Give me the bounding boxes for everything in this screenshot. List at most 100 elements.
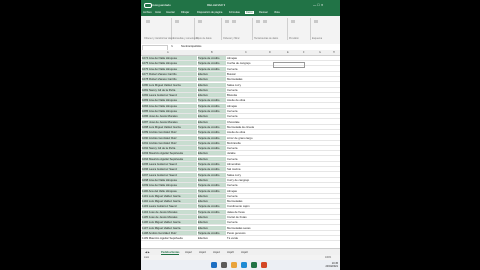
start-icon[interactable]	[211, 262, 217, 268]
table-cell[interactable]: Mozzarella	[227, 141, 265, 145]
table-cell[interactable]: Aceite de oliva	[227, 98, 265, 102]
col-header[interactable]: B	[211, 51, 213, 54]
table-cell[interactable]: Sal marina	[227, 167, 265, 171]
ribbon-group-tipos[interactable]: Tipos de datos	[195, 18, 222, 40]
table-cell[interactable]: Efectivo	[198, 71, 226, 76]
table-cell[interactable]: 1077 Robert Zaraco Carrillo	[142, 71, 197, 76]
table-cell[interactable]: Tarjeta de crédito	[198, 188, 226, 193]
table-cell[interactable]: Tarjeta de crédito	[198, 61, 226, 66]
table-cell[interactable]: Aceite de oliva	[227, 130, 265, 134]
table-cell[interactable]: Tarjeta de crédito	[198, 103, 226, 108]
edge-icon[interactable]	[241, 262, 247, 268]
table-cell[interactable]: 1109 Mauricio Aguilar Sepúlveda	[142, 236, 197, 240]
table-cell[interactable]: 1074 Ana del Valle Hinojosa	[142, 56, 197, 60]
file-explorer-icon[interactable]	[231, 262, 237, 268]
table-cell[interactable]: Tarjeta de crédito	[198, 167, 226, 172]
table-cell[interactable]: 1082 Laura Gutiérrez Saenz	[142, 93, 197, 98]
table-cell[interactable]: Tarjeta de crédito	[198, 56, 226, 60]
ribbon-group-consultas[interactable]: Consultas y conexiones	[172, 18, 198, 40]
table-cell[interactable]: Tarjeta de crédito	[198, 140, 226, 145]
table-row[interactable]: 1109 Mauricio Aguilar Sepúlveda Efectivo T…	[141, 236, 340, 242]
sheet-tab[interactable]: Hoja2	[185, 251, 192, 254]
table-cell[interactable]: Buscal	[227, 72, 265, 76]
col-header[interactable]: A	[167, 51, 169, 54]
table-cell[interactable]: Jarabe	[227, 151, 265, 155]
table-cell[interactable]: Tarjeta de crédito	[198, 98, 226, 103]
table-cell[interactable]: Cerveza	[227, 109, 265, 113]
autosave-toggle[interactable]	[144, 3, 152, 8]
table-cell[interactable]: 1086 José de Jesús Morales	[142, 114, 197, 119]
table-cell[interactable]: 1095 Laura Gutiérrez Saenz	[142, 162, 197, 166]
table-cell[interactable]: 1089 Andrés González Ruiz	[142, 130, 197, 135]
table-cell[interactable]: 1101 Luis Miguel Valdez Garza	[142, 193, 197, 198]
table-cell[interactable]: 1099 Ana del Valle Hinojosa	[142, 183, 197, 188]
table-cell[interactable]: Efectivo	[198, 220, 226, 225]
table-cell[interactable]: Efectivo	[198, 193, 226, 198]
table-cell[interactable]: Jalea de fresa	[227, 210, 265, 214]
table-cell[interactable]: Almejas	[227, 104, 265, 108]
table-cell[interactable]: Efectivo	[198, 82, 226, 87]
clock[interactable]: 10:45 20/04/2021	[325, 262, 338, 268]
col-header[interactable]: H	[333, 51, 335, 54]
tab-formulas[interactable]: Fórmulas	[229, 11, 240, 14]
col-header[interactable]: D	[269, 51, 271, 54]
powerpoint-icon[interactable]	[261, 262, 267, 268]
table-cell[interactable]: Almendras	[227, 162, 265, 166]
table-cell[interactable]: Salsa curry	[227, 83, 265, 87]
table-cell[interactable]: Efectivo	[198, 114, 226, 119]
table-cell[interactable]: Biscotta	[227, 93, 265, 97]
table-cell[interactable]: 1084 Ana del Valle Hinojosa	[142, 103, 197, 108]
table-cell[interactable]: 1102 Luis Miguel Valdez Garza	[142, 199, 197, 204]
sheet-tab[interactable]: Hoja5	[227, 251, 234, 254]
tab-vista[interactable]: Vista	[274, 11, 280, 14]
table-cell[interactable]: 1088 Luis Miguel Valdez Garza	[142, 124, 197, 129]
table-cell[interactable]: 1104 José de Jesús Morales	[142, 209, 197, 214]
tab-archivo[interactable]: Archivo	[143, 11, 152, 14]
table-cell[interactable]: Tarjeta de crédito	[198, 204, 226, 209]
table-cell[interactable]: Almejas	[227, 56, 265, 60]
table-cell[interactable]: 1093 Mauricio Aguilar Sepúlveda	[142, 151, 197, 156]
fx-icon[interactable]: fx	[171, 45, 173, 48]
table-cell[interactable]: Cerveza	[227, 114, 265, 118]
table-cell[interactable]: 1083 Ana del Valle Hinojosa	[142, 98, 197, 103]
table-cell[interactable]: Efectivo	[198, 77, 226, 82]
tab-insertar[interactable]: Insertar	[166, 11, 175, 14]
table-cell[interactable]: Efectivo	[198, 93, 226, 98]
table-cell[interactable]: 1085 Ana del Valle Hinojosa	[142, 109, 197, 113]
sheet-nav-icon[interactable]: ◀ ▶	[145, 251, 150, 254]
table-cell[interactable]: 1108 Andrés González Ruiz	[142, 230, 197, 235]
tab-revisar[interactable]: Revisar	[259, 11, 268, 14]
table-cell[interactable]: Mermelada de ciruela	[227, 125, 265, 129]
table-cell[interactable]: Efectivo	[198, 87, 226, 92]
table-cell[interactable]: 1075 Ana del Valle Hinojosa	[142, 61, 197, 66]
table-cell[interactable]: 1107 Luis Miguel Valdez Garza	[142, 225, 197, 230]
col-header[interactable]: C	[245, 51, 247, 54]
table-cell[interactable]: 1078 Robert Zaraco Carrillo	[142, 77, 197, 82]
table-cell[interactable]: 1105 José de Jesús Morales	[142, 215, 197, 219]
table-cell[interactable]: 1092 Nancy Gil de la Peña	[142, 146, 197, 151]
table-cell[interactable]: Efectivo	[198, 225, 226, 230]
table-cell[interactable]: Pesto genovés	[227, 231, 265, 235]
table-cell[interactable]: Cerveza	[227, 67, 265, 71]
table-cell[interactable]: Tarjeta de crédito	[198, 162, 226, 166]
table-cell[interactable]: 1098 Ana del Valle Hinojosa	[142, 177, 197, 182]
ribbon-group-herramientas[interactable]: Herramientas de datos	[253, 18, 288, 40]
ribbon-group-obtener[interactable]: Obtener y transformar datos	[143, 18, 174, 40]
sheet-grid[interactable]: 1074 Ana del Valle Hinojosa Tarjeta de cr…	[141, 56, 340, 246]
table-cell[interactable]: Cerveza	[227, 146, 265, 150]
ribbon-group-esquema[interactable]: Esquema	[311, 18, 337, 40]
table-cell[interactable]: Tarjeta de crédito	[198, 124, 226, 129]
table-cell[interactable]: 1076 Ana del Valle Hinojosa	[142, 66, 197, 71]
table-cell[interactable]: 1087 José de Jesús Morales	[142, 119, 197, 124]
table-cell[interactable]: Almejas	[227, 189, 265, 193]
col-header[interactable]: E	[287, 51, 289, 54]
table-cell[interactable]: Efectivo	[198, 177, 226, 182]
sheet-tab[interactable]: Hoja4	[213, 251, 220, 254]
table-cell[interactable]: Cerveza	[227, 220, 265, 224]
sheet-tab[interactable]: Hoja3	[199, 251, 206, 254]
table-cell[interactable]: 1096 Laura Gutiérrez Saenz	[142, 167, 197, 172]
table-cell[interactable]: Efectivo	[198, 236, 226, 240]
tab-inicio[interactable]: Inicio	[155, 11, 161, 14]
table-cell[interactable]: Tarjeta de crédito	[198, 66, 226, 71]
tab-disposicion[interactable]: Disposición de página	[197, 11, 222, 14]
